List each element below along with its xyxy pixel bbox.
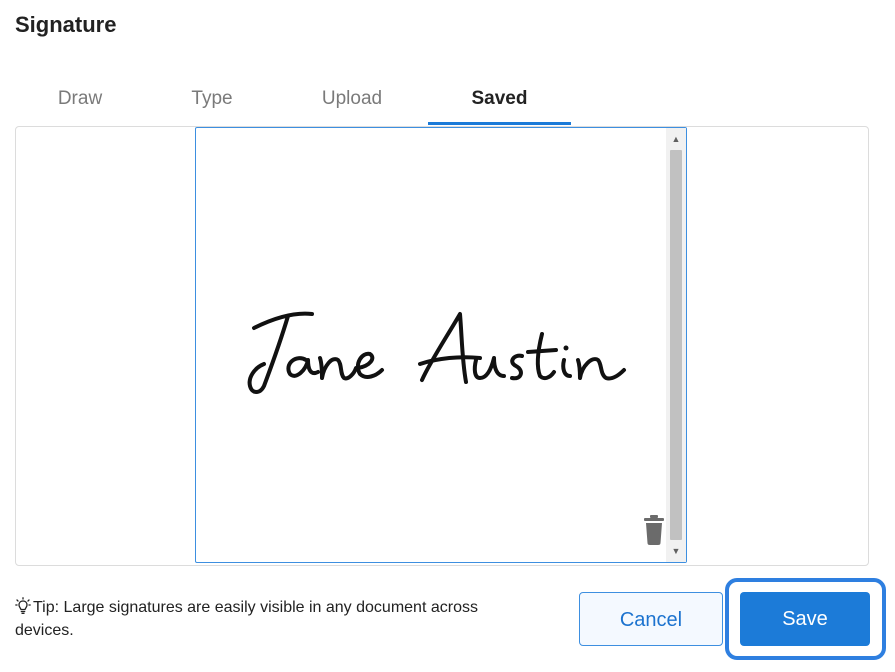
- cancel-button[interactable]: Cancel: [579, 592, 723, 646]
- save-button[interactable]: Save: [740, 592, 870, 646]
- vertical-scrollbar[interactable]: ▲ ▼: [666, 128, 686, 562]
- tip-text: Tip: Large signatures are easily visible…: [15, 599, 478, 639]
- tab-saved[interactable]: Saved: [428, 84, 571, 124]
- active-tab-indicator: [428, 122, 571, 125]
- scroll-thumb[interactable]: [670, 150, 682, 540]
- scroll-down-arrow-icon[interactable]: ▼: [666, 542, 686, 560]
- saved-signature-card[interactable]: ▲ ▼: [195, 127, 687, 563]
- tip-text-block: Tip: Large signatures are easily visible…: [15, 596, 535, 642]
- scroll-up-arrow-icon[interactable]: ▲: [666, 130, 686, 148]
- tab-upload[interactable]: Upload: [287, 84, 417, 124]
- dialog-title: Signature: [15, 12, 117, 37]
- tab-type[interactable]: Type: [147, 84, 277, 124]
- lightbulb-icon: [15, 597, 31, 614]
- tab-draw[interactable]: Draw: [15, 84, 145, 124]
- signature-image: [247, 311, 626, 394]
- trash-icon[interactable]: [642, 514, 666, 546]
